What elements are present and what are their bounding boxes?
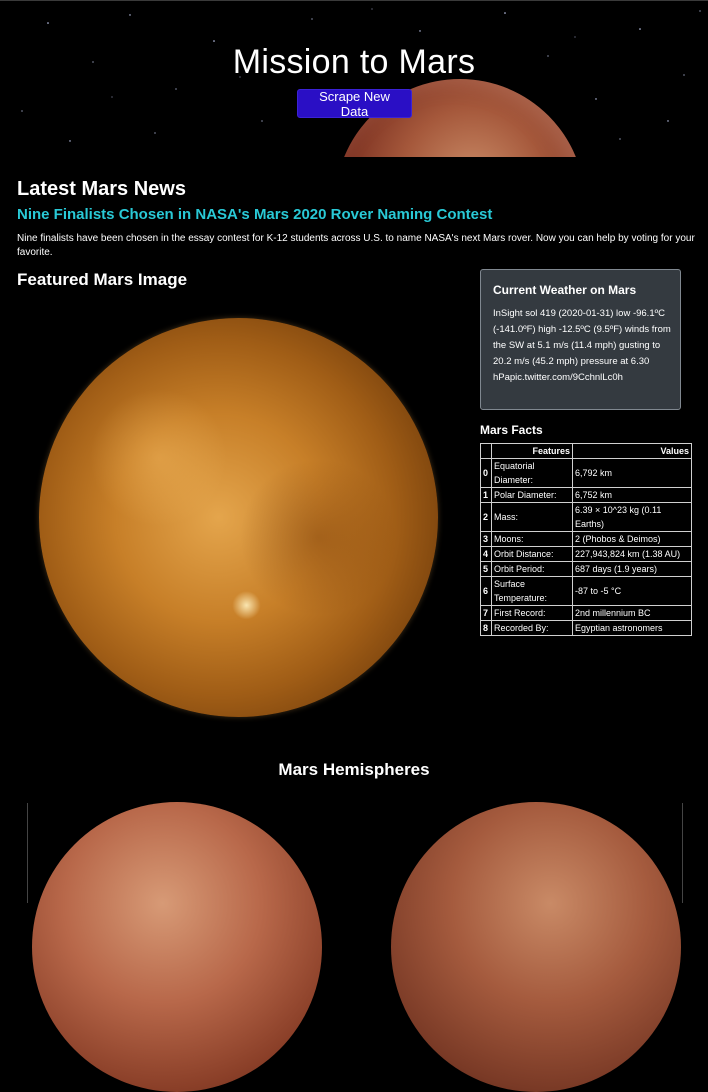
feature-cell: Surface Temperature: (491, 576, 573, 606)
value-cell: Egyptian astronomers (572, 620, 692, 636)
table-row: 2 Mass: 6.39 × 10^23 kg (0.11 Earths) (480, 502, 692, 532)
feature-cell: First Record: (491, 605, 573, 621)
scrape-new-data-button[interactable]: Scrape New Data (297, 89, 412, 119)
row-index: 3 (480, 531, 492, 547)
news-title-link[interactable]: Nine Finalists Chosen in NASA's Mars 202… (17, 206, 492, 223)
hero-banner: Mission to Mars Scrape New Data (0, 1, 708, 157)
hemispheres-heading: Mars Hemispheres (278, 760, 430, 779)
value-cell: 6.39 × 10^23 kg (0.11 Earths) (572, 502, 692, 532)
table-row: 0 Equatorial Diameter: 6,792 km (480, 458, 692, 488)
table-row: 5 Orbit Period: 687 days (1.9 years) (480, 561, 692, 577)
row-index: 8 (480, 620, 492, 636)
row-index: 4 (480, 546, 492, 562)
mars-facts-table: Features Values 0 Equatorial Diameter: 6,7… (480, 443, 692, 636)
weather-text: InSight sol 419 (2020-01-31) low -96.1ºC… (493, 308, 671, 383)
hemisphere-image-2[interactable] (391, 802, 681, 1092)
facts-column-header: Values (572, 443, 692, 459)
hemisphere-card-border (682, 803, 683, 903)
value-cell: 6,752 km (572, 487, 692, 503)
table-row: 6 Surface Temperature: -87 to -5 °C (480, 576, 692, 606)
feature-cell: Equatorial Diameter: (491, 458, 573, 488)
facts-column-header: Features (491, 443, 573, 459)
table-row: 1 Polar Diameter: 6,752 km (480, 487, 692, 503)
feature-cell: Mass: (491, 502, 573, 532)
row-index: 6 (480, 576, 492, 606)
value-cell: 687 days (1.9 years) (572, 561, 692, 577)
feature-cell: Moons: (491, 531, 573, 547)
feature-cell: Orbit Period: (491, 561, 573, 577)
value-cell: -87 to -5 °C (572, 576, 692, 606)
hemisphere-card-border (27, 803, 28, 903)
table-row: 3 Moons: 2 (Phobos & Deimos) (480, 531, 692, 547)
table-row: 4 Orbit Distance: 227,943,824 km (1.38 AU) (480, 546, 692, 562)
table-row: 8 Recorded By: Egyptian astronomers (480, 620, 692, 636)
weather-title: Current Weather on Mars (493, 283, 637, 297)
table-row: 7 First Record: 2nd millennium BC (480, 605, 692, 621)
feature-cell: Polar Diameter: (491, 487, 573, 503)
value-cell: 6,792 km (572, 458, 692, 488)
news-heading: Latest Mars News (17, 178, 186, 200)
news-paragraph: Nine finalists have been chosen in the e… (17, 233, 695, 258)
page-title: Mission to Mars (232, 43, 476, 81)
row-index: 5 (480, 561, 492, 577)
row-index: 2 (480, 502, 492, 532)
featured-mars-image (39, 318, 438, 717)
feature-cell: Orbit Distance: (491, 546, 573, 562)
facts-header-row: Features Values (480, 443, 692, 459)
facts-index-header (480, 443, 492, 459)
row-index: 1 (480, 487, 492, 503)
value-cell: 227,943,824 km (1.38 AU) (572, 546, 692, 562)
row-index: 0 (480, 458, 492, 488)
weather-card: Current Weather on Mars InSight sol 419 … (480, 269, 681, 410)
row-index: 7 (480, 605, 492, 621)
hemisphere-image-1[interactable] (32, 802, 322, 1092)
value-cell: 2 (Phobos & Deimos) (572, 531, 692, 547)
value-cell: 2nd millennium BC (572, 605, 692, 621)
featured-image-heading: Featured Mars Image (17, 270, 188, 289)
facts-heading: Mars Facts (480, 423, 543, 437)
feature-cell: Recorded By: (491, 620, 573, 636)
